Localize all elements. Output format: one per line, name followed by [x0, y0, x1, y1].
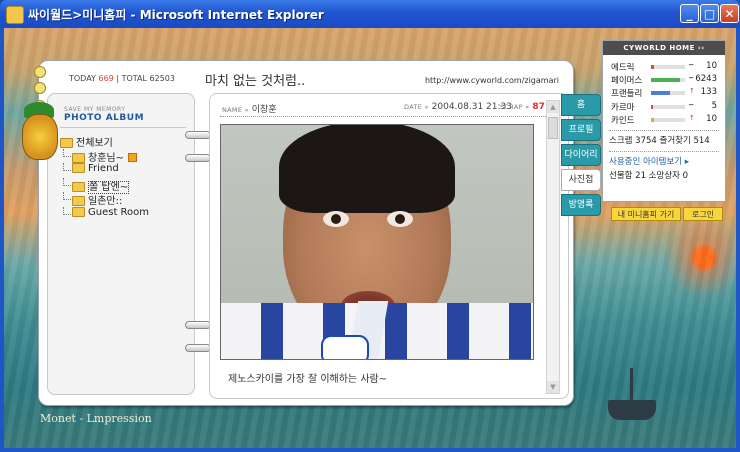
- today-count: 669: [98, 74, 114, 83]
- police-car-icon: [321, 335, 369, 359]
- stat-row: 카인드 ↑ 10: [611, 113, 717, 126]
- photo-eye: [323, 211, 349, 227]
- scrap-count: 87: [532, 102, 545, 112]
- stat-row: 에드릭 ━ 10: [611, 61, 717, 73]
- album-photo[interactable]: [220, 124, 534, 360]
- panel-divider: [609, 150, 719, 152]
- total-count: 62503: [149, 74, 175, 83]
- charm-bead: [34, 66, 46, 78]
- close-button[interactable]: ✕: [720, 4, 739, 23]
- name-label: NAME »: [222, 106, 249, 114]
- charm-bead: [34, 82, 46, 94]
- stat-bar: [651, 91, 685, 96]
- stat-indicator-icon: ━: [689, 74, 694, 83]
- album-divider: [60, 127, 186, 128]
- tab-profile[interactable]: 프로필: [561, 119, 601, 141]
- stat-indicator-icon: ━: [689, 100, 694, 109]
- stat-bar: [651, 78, 685, 83]
- homepage-url[interactable]: http://www.cyworld.com/zigamari: [425, 76, 559, 85]
- panel-buttons: 내 미니홈피 가기 로그인: [603, 207, 725, 223]
- folder-item[interactable]: Guest Room: [62, 206, 149, 222]
- boat-silhouette: [608, 400, 656, 420]
- binder-ring: [185, 321, 211, 329]
- folder-icon: [72, 181, 85, 192]
- tab-diary[interactable]: 다이어리: [561, 144, 601, 166]
- scroll-down-icon[interactable]: ▼: [547, 381, 559, 393]
- folder-item[interactable]: 창훈님~: [62, 148, 149, 164]
- tab-home[interactable]: 홈: [561, 94, 601, 116]
- boat-mast: [630, 368, 633, 404]
- folder-all[interactable]: 전체보기: [60, 134, 149, 149]
- folder-tree: 전체보기 창훈님~ Friend 쫄 탑엔~ 일촌만:: Guest Room: [54, 134, 149, 221]
- stat-indicator-icon: ━: [689, 61, 694, 69]
- scrap-label: SCRAP »: [500, 103, 530, 111]
- scrap-bookmark-count: 스크랩 3754 즐거찾기 514: [609, 135, 710, 146]
- album-subtitle: SAVE MY MEMORY: [64, 106, 126, 113]
- photo-caption: 제노스카이를 가장 잘 이해하는 사람~: [228, 374, 388, 385]
- pineapple-charm-icon: [22, 114, 58, 160]
- binder-ring: [185, 154, 211, 162]
- stat-bar: [651, 104, 685, 109]
- folder-item[interactable]: Friend: [62, 163, 149, 178]
- minimize-button[interactable]: _: [680, 4, 699, 23]
- stat-row: 페이머스 ━ 6243: [611, 74, 717, 87]
- date-label: DATE »: [404, 103, 429, 111]
- visit-counter: TODAY 669 | TOTAL 62503: [69, 74, 175, 83]
- my-minihompy-button[interactable]: 내 미니홈피 가기: [611, 207, 681, 221]
- scroll-thumb[interactable]: [548, 117, 558, 139]
- window-titlebar: 싸이월드>미니홈피 - Microsoft Internet Explorer …: [0, 0, 740, 28]
- binder-ring: [185, 344, 211, 352]
- stat-row: 카르마 ━ 5: [611, 100, 717, 113]
- tab-guestbook[interactable]: 방명록: [561, 194, 601, 216]
- login-button[interactable]: 로그인: [683, 207, 723, 221]
- cyworld-info-panel: CYWORLD HOME ›› 에드릭 ━ 10 페이머스 ━ 6243 프랜들…: [602, 40, 726, 221]
- stat-bar: [651, 65, 685, 69]
- photo-scrollbar[interactable]: ▲ ▼: [546, 100, 560, 394]
- panel-divider: [609, 129, 719, 131]
- folder-icon: [72, 163, 85, 173]
- new-icon: [127, 153, 137, 162]
- folder-icon: [72, 206, 85, 217]
- view-items-link[interactable]: 사용중인 아이템보기 ▸: [603, 155, 725, 169]
- post-author[interactable]: 이창훈: [252, 105, 277, 115]
- folder-icon: [72, 152, 85, 163]
- today-label: TODAY: [69, 74, 96, 83]
- cyworld-home-link[interactable]: CYWORLD HOME ››: [603, 41, 725, 55]
- mini-book: TODAY 669 | TOTAL 62503 마치 없는 것처럼.. http…: [38, 60, 574, 406]
- stat-up-icon: ↑: [689, 113, 695, 122]
- album-folder-page: SAVE MY MEMORY PHOTO ALBUM 전체보기 창훈님~ Fri…: [47, 93, 195, 395]
- stat-row: 프랜들리 ↑ 133: [611, 87, 717, 100]
- page-title: 마치 없는 것처럼..: [205, 74, 306, 89]
- photo-hair: [279, 125, 455, 213]
- stats-list: 에드릭 ━ 10 페이머스 ━ 6243 프랜들리 ↑ 133 카르마 ━ 5 …: [603, 55, 725, 127]
- maximize-button[interactable]: □: [700, 4, 719, 23]
- photo-eye: [387, 211, 413, 227]
- binder-ring: [185, 131, 211, 139]
- tab-photo-album[interactable]: 사진첩: [561, 169, 601, 191]
- app-icon: [6, 6, 24, 24]
- folder-icon: [72, 196, 85, 206]
- background-signature: Monet - Lmpression: [40, 412, 152, 425]
- minihompy-viewport: Monet - Lmpression TODAY 669 | TOTAL 625…: [4, 28, 736, 448]
- photo-page: NAME » 이창훈 DATE » 2004.08.31 21:33 SCRAP…: [209, 93, 569, 399]
- window-title: 싸이월드>미니홈피 - Microsoft Internet Explorer: [28, 8, 324, 22]
- folder-icon: [60, 138, 73, 148]
- folder-item-selected[interactable]: 쫄 탑엔~: [62, 177, 149, 194]
- scroll-up-icon[interactable]: ▲: [547, 101, 559, 113]
- stat-bar: [651, 117, 685, 122]
- total-label: TOTAL: [121, 74, 147, 83]
- stat-up-icon: ↑: [689, 87, 695, 96]
- folder-item[interactable]: 일촌만::: [62, 192, 149, 207]
- gift-wish-count: 선물함 21 소망상자 0: [609, 170, 689, 181]
- meta-divider: [220, 116, 546, 117]
- album-title: PHOTO ALBUM: [64, 113, 145, 123]
